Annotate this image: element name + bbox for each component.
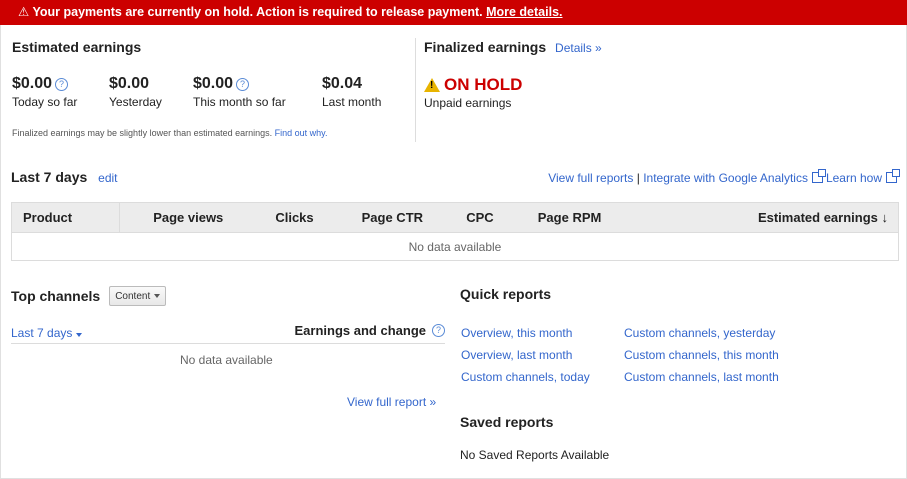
view-full-report-link[interactable]: View full report » xyxy=(347,395,436,409)
unpaid-earnings-label: Unpaid earnings xyxy=(424,96,512,110)
earnings-yesterday: $0.00 Yesterday xyxy=(109,75,162,109)
external-link-icon xyxy=(886,169,900,183)
quick-report-link[interactable]: Overview, last month xyxy=(461,348,572,362)
chevron-down-icon xyxy=(154,294,161,298)
quick-report-link[interactable]: Custom channels, last month xyxy=(624,370,779,384)
earnings-last-month-amount: $0.04 xyxy=(322,75,363,92)
finalized-title-text: Finalized earnings xyxy=(424,39,547,55)
performance-table: Product Page views Clicks Page CTR CPC P… xyxy=(11,202,900,261)
last-7-days-header: Last 7 days edit xyxy=(11,169,118,185)
col-page-rpm[interactable]: Page RPM xyxy=(507,202,632,233)
channel-type-value: Content xyxy=(115,290,151,302)
estimated-earnings-title: Estimated earnings xyxy=(12,39,142,55)
earnings-change-label: Earnings and change xyxy=(294,323,426,338)
details-link[interactable]: Details » xyxy=(555,41,602,55)
last-7-days-title: Last 7 days xyxy=(11,169,88,185)
earnings-yesterday-label: Yesterday xyxy=(109,95,162,109)
earnings-this-month: $0.00? This month so far xyxy=(193,75,286,109)
help-icon[interactable]: ? xyxy=(432,324,445,337)
earnings-yesterday-amount: $0.00 xyxy=(109,75,150,92)
col-page-views[interactable]: Page views xyxy=(119,202,257,233)
find-out-why-link[interactable]: Find out why. xyxy=(275,128,328,138)
finalized-note: Finalized earnings may be slightly lower… xyxy=(12,128,328,138)
edit-link[interactable]: edit xyxy=(98,171,117,185)
channels-list-header: Last 7 days Earnings and change? xyxy=(11,323,445,344)
earnings-last-month: $0.04 Last month xyxy=(322,75,381,109)
view-full-reports-link[interactable]: View full reports xyxy=(548,171,633,185)
col-product[interactable]: Product xyxy=(11,202,120,233)
earnings-this-month-amount: $0.00 xyxy=(193,75,234,92)
date-range-dropdown[interactable]: Last 7 days xyxy=(11,326,83,340)
more-details-link[interactable]: More details. xyxy=(486,5,562,19)
quick-report-link[interactable]: Custom channels, yesterday xyxy=(624,326,775,340)
earnings-today: $0.00? Today so far xyxy=(12,75,77,109)
earnings-today-label: Today so far xyxy=(12,95,78,109)
col-clicks[interactable]: Clicks xyxy=(256,202,333,233)
on-hold-status: ON HOLD xyxy=(424,75,522,95)
top-channels-title: Top channels xyxy=(11,288,101,304)
help-icon[interactable]: ? xyxy=(236,77,250,91)
chevron-down-icon xyxy=(76,333,83,337)
quick-report-link[interactable]: Custom channels, this month xyxy=(624,348,779,362)
learn-how-link[interactable]: Learn how xyxy=(826,171,882,185)
saved-reports-empty: No Saved Reports Available xyxy=(460,448,610,462)
top-channels-header: Top channels Content xyxy=(11,286,167,306)
saved-reports-title: Saved reports xyxy=(460,414,554,430)
date-range-value: Last 7 days xyxy=(11,326,73,340)
quick-report-link[interactable]: Custom channels, today xyxy=(461,370,590,384)
separator: | xyxy=(636,171,640,185)
channel-type-select[interactable]: Content xyxy=(109,286,167,306)
no-data-message: No data available xyxy=(11,232,899,261)
report-links: View full reports | Integrate with Googl… xyxy=(548,169,900,185)
vertical-divider xyxy=(415,38,416,142)
warning-icon: ⚠ xyxy=(18,5,30,19)
on-hold-text: ON HOLD xyxy=(444,75,523,94)
alert-text: Your payments are currently on hold. Act… xyxy=(32,5,483,19)
quick-reports-title: Quick reports xyxy=(460,286,552,302)
help-icon[interactable]: ? xyxy=(55,77,69,91)
table-row: No data available xyxy=(11,232,899,261)
earnings-last-month-label: Last month xyxy=(322,95,382,109)
col-cpc[interactable]: CPC xyxy=(452,202,508,233)
integrate-analytics-link[interactable]: Integrate with Google Analytics xyxy=(643,171,808,185)
earnings-this-month-label: This month so far xyxy=(193,95,286,109)
table-header-row: Product Page views Clicks Page CTR CPC P… xyxy=(11,202,900,233)
payment-hold-alert: ⚠ Your payments are currently on hold. A… xyxy=(0,0,907,25)
finalized-note-text: Finalized earnings may be slightly lower… xyxy=(12,128,273,138)
warning-icon xyxy=(424,78,440,92)
external-link-icon xyxy=(811,169,826,183)
channels-no-data: No data available xyxy=(180,353,273,367)
col-page-ctr[interactable]: Page CTR xyxy=(332,202,453,233)
quick-report-link[interactable]: Overview, this month xyxy=(461,326,572,340)
finalized-earnings-title: Finalized earnings Details » xyxy=(424,39,602,55)
col-estimated-earnings[interactable]: Estimated earnings ↓ xyxy=(631,202,900,233)
earnings-change-header: Earnings and change? xyxy=(295,323,445,338)
earnings-today-amount: $0.00 xyxy=(12,75,53,92)
